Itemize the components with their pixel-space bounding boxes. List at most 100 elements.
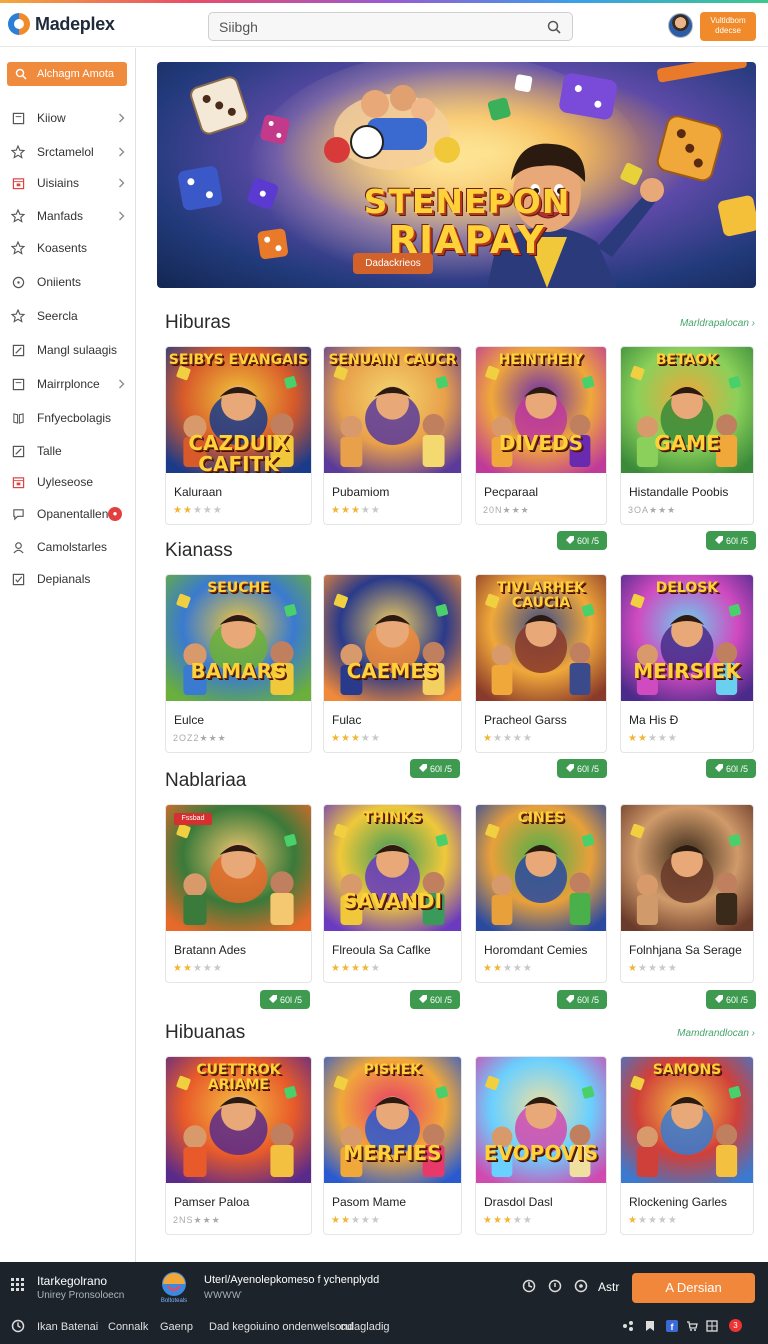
rating-stars: ★★★★★ xyxy=(173,963,223,974)
rating-stars: ★★★★★ xyxy=(483,1215,533,1226)
game-card[interactable]: TIVLARHEK CAUCIA Pracheol Garss ★★★★★ xyxy=(475,574,607,753)
game-art xyxy=(621,805,753,931)
sidebar-item-15[interactable]: Depianals xyxy=(0,566,135,592)
bottom-bar-button[interactable]: A Dersian xyxy=(632,1273,755,1303)
sidebar-item-13[interactable]: Opanentallen ● xyxy=(0,501,135,527)
game-title: Horomdant Cemies xyxy=(484,943,588,957)
rating-stars: 3OA★★★ xyxy=(628,505,677,515)
game-title: Eulce xyxy=(174,713,205,727)
game-card[interactable]: DELOSK MEIRSIEK Ma His Ð ★★★★★ xyxy=(620,574,754,753)
game-card[interactable]: SAMONS Rlockening Garles ★★★★★ xyxy=(620,1056,754,1235)
partner-logo-icon[interactable]: Boltoteals xyxy=(154,1270,194,1304)
game-card[interactable]: HEINTHEIY DIVEDS Pecparaal 20N★★★ xyxy=(475,346,607,525)
section-see-all-link[interactable]: Marldrapalocan › xyxy=(680,318,755,329)
price-badge[interactable]: 60Ɩ /5 xyxy=(706,531,756,550)
search-icon[interactable] xyxy=(546,19,562,35)
sidebar-item-5[interactable]: Koasents xyxy=(0,235,135,261)
sidebar-item-6[interactable]: Oniients xyxy=(0,269,135,295)
bottom-link-4[interactable]: Dad kegoiuino ondenwelsond xyxy=(209,1321,353,1333)
game-art-title: CUETTROK ARIAME xyxy=(196,1062,281,1093)
game-card[interactable]: SEIBYS EVANGAIS CAZDUIX CAFITK Kaluraan ★★★… xyxy=(165,346,312,525)
sidebar-item-11[interactable]: Talle xyxy=(0,438,135,464)
logo[interactable]: Madeplex xyxy=(8,13,115,35)
game-art-title: SENUAIN CAUCR xyxy=(328,352,457,368)
price-badge[interactable]: 60Ɩ /5 xyxy=(410,990,460,1009)
game-tag-badge: Fssbad xyxy=(174,813,212,825)
price-badge[interactable]: 60Ɩ /5 xyxy=(706,990,756,1009)
sidebar-item-label: Depianals xyxy=(37,572,91,586)
game-art-title: SEIBYS EVANGAIS xyxy=(168,352,309,368)
rating-stars: 2NS★★★ xyxy=(173,1215,221,1225)
sidebar-item-8[interactable]: Mangl sulaagis xyxy=(0,337,135,363)
star-icon xyxy=(11,309,25,323)
avatar[interactable] xyxy=(668,13,693,38)
price-badge[interactable]: 60Ɩ /5 xyxy=(410,759,460,778)
sidebar-item-1[interactable]: Kiiow xyxy=(0,105,135,131)
info-icon[interactable] xyxy=(548,1279,562,1293)
cart-icon[interactable] xyxy=(686,1320,698,1332)
sidebar-item-14[interactable]: Camolstarles xyxy=(0,534,135,560)
search-input[interactable] xyxy=(219,18,539,36)
game-card[interactable]: CUETTROK ARIAME Pamser Paloa 2NS★★★ xyxy=(165,1056,312,1235)
game-card[interactable]: SENUAIN CAUCR Pubamiom ★★★★★ xyxy=(323,346,462,525)
bookmark-icon[interactable] xyxy=(644,1320,656,1332)
sidebar-item-9[interactable]: Mairrplonce xyxy=(0,371,135,397)
bottom-link-3[interactable]: Gaenp xyxy=(160,1321,193,1333)
sidebar-item-12[interactable]: Uyleseose xyxy=(0,469,135,495)
notification-badge: ● xyxy=(108,507,122,521)
price-badge[interactable]: 60Ɩ /5 xyxy=(260,990,310,1009)
game-card[interactable]: EVOPOVIS Drasdol Dasl ★★★★★ xyxy=(475,1056,607,1235)
game-card[interactable]: Fssbad Bratann Ades ★★★★★ xyxy=(165,804,312,983)
section-see-all-link[interactable]: Mamdrandlocan › xyxy=(677,1028,755,1039)
price-badge[interactable]: 60Ɩ /5 xyxy=(557,759,607,778)
bottom-link-5[interactable]: culagladig xyxy=(340,1321,390,1333)
game-card[interactable]: CAEMES Fulac ★★★★★ xyxy=(323,574,462,753)
sidebar-item-label: Oniients xyxy=(37,275,82,289)
refresh-icon[interactable] xyxy=(522,1279,536,1293)
chevron-right-icon: › xyxy=(748,318,755,329)
sidebar-cta-label: Alchagm Amota xyxy=(37,68,115,80)
bottom-link-2[interactable]: Connalk xyxy=(108,1321,148,1333)
game-card[interactable]: BETAOK GAME Histandalle Poobis 3OA★★★ xyxy=(620,346,754,525)
game-art-subtitle: MEIRSIEK xyxy=(633,659,741,683)
edit-icon xyxy=(11,444,25,458)
game-card[interactable]: PISHEK MERFIES Pasom Mame ★★★★★ xyxy=(323,1056,462,1235)
hero-banner[interactable]: STENEPON RIAPAY Dadackrieos xyxy=(157,62,756,288)
rating-stars: ★★★★★ xyxy=(483,733,533,744)
circle-icon xyxy=(11,275,25,289)
sidebar-item-label: Mairrplonce xyxy=(37,377,100,391)
rating-stars: ★★★★★ xyxy=(628,733,678,744)
game-title: Folnhjana Sa Serage xyxy=(629,943,742,957)
tag-icon xyxy=(565,764,574,772)
header-cta-button[interactable]: Vultldbom ddecse xyxy=(700,12,756,41)
search-box[interactable] xyxy=(208,12,573,41)
sidebar-item-2[interactable]: Srctamelol xyxy=(0,139,135,165)
hero-button[interactable]: Dadackrieos xyxy=(353,253,433,274)
bottom-bar-url[interactable]: Uterl/Ayenolepkomeso f ychenplydd xyxy=(204,1274,379,1286)
game-art-title: PISHEK xyxy=(363,1062,422,1078)
price-badge[interactable]: 60Ɩ /5 xyxy=(706,759,756,778)
sidebar-item-3[interactable]: Uisiains xyxy=(0,170,135,196)
facebook-icon[interactable]: f xyxy=(666,1320,678,1332)
sidebar-item-4[interactable]: Manfads xyxy=(0,203,135,229)
hero-title: STENEPON RIAPAY xyxy=(364,184,571,261)
grid-icon[interactable] xyxy=(11,1278,25,1292)
sidebar-item-7[interactable]: Seercla xyxy=(0,303,135,329)
game-card[interactable]: Folnhjana Sa Serage ★★★★★ xyxy=(620,804,754,983)
game-card[interactable]: SEUCHE BAMARS Eulce 2OZ2★★★ xyxy=(165,574,312,753)
settings-icon[interactable] xyxy=(574,1279,588,1293)
price-badge[interactable]: 60Ɩ /5 xyxy=(557,531,607,550)
game-title: Fulac xyxy=(332,713,362,727)
sidebar-item-label: Srctamelol xyxy=(37,145,94,159)
price-badge[interactable]: 60Ɩ /5 xyxy=(557,990,607,1009)
game-card[interactable]: THINKS SAVANDI Flreoula Sa Caflke ★★★★★ xyxy=(323,804,462,983)
game-thumbnail: BETAOK GAME xyxy=(621,347,753,473)
tag-icon xyxy=(268,995,277,1003)
game-card[interactable]: CINES Horomdant Cemies ★★★★★ xyxy=(475,804,607,983)
sidebar-item-10[interactable]: Fnfyecbolagis xyxy=(0,405,135,431)
bottom-link-1[interactable]: Ikan Batenai xyxy=(37,1321,98,1333)
share-icon[interactable] xyxy=(622,1320,634,1332)
game-thumbnail: SAMONS xyxy=(621,1057,753,1183)
sidebar-cta-button[interactable]: Alchagm Amota xyxy=(7,62,127,86)
grid-small-icon[interactable] xyxy=(706,1320,718,1332)
